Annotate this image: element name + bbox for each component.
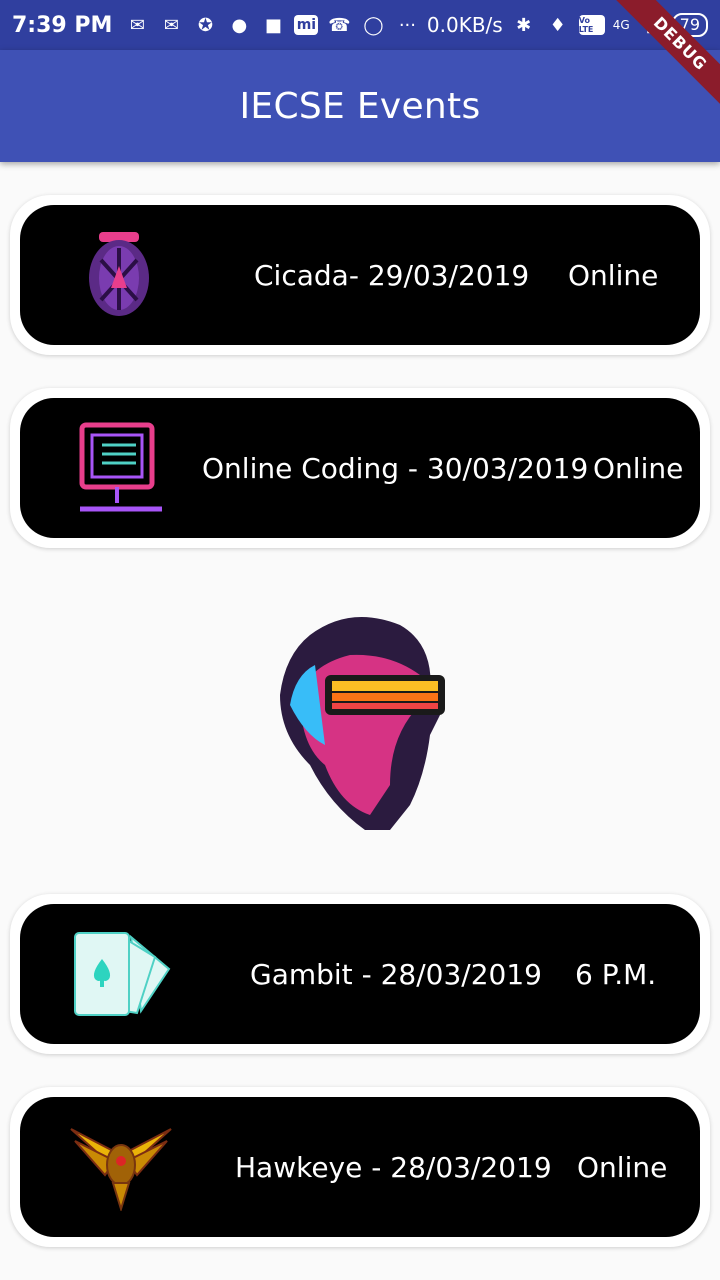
event-card-body[interactable]: Hawkeye - 28/03/2019 Online	[20, 1097, 700, 1237]
network-type: 4G	[612, 18, 630, 32]
bluetooth-icon: ✱	[516, 14, 532, 36]
mute-icon: ♦	[549, 14, 566, 36]
event-title: Gambit - 28/03/2019	[250, 957, 542, 991]
coding-monitor-icon	[66, 414, 176, 522]
event-time: 6 P.M.	[575, 957, 657, 991]
net-speed: 0.0KB/s	[426, 13, 503, 37]
whatsapp-icon: ◯	[363, 14, 384, 36]
hawk-emblem-icon	[66, 1113, 176, 1221]
cicada-icon	[66, 221, 176, 329]
event-time: Online	[593, 451, 684, 485]
event-title: Hawkeye - 28/03/2019	[235, 1150, 552, 1184]
robot-icon: ■	[264, 14, 282, 36]
event-card-cicada[interactable]: Cicada- 29/03/2019 Online	[10, 195, 710, 355]
event-card-body[interactable]: Online Coding - 30/03/2019 Online	[20, 398, 700, 538]
playing-cards-icon	[66, 920, 176, 1028]
message-icon: ✉	[129, 14, 145, 36]
event-title: Cicada- 29/03/2019	[254, 258, 530, 292]
event-title: Online Coding - 30/03/2019	[202, 451, 589, 485]
event-time: Online	[568, 258, 659, 292]
status-bar: 7:39 PM ✉ ✉ ✪ ● ■ mi ☎ ◯ ··· 0.0KB/s ✱ ♦…	[0, 0, 720, 50]
more-icon: ···	[398, 14, 416, 36]
status-time: 7:39 PM	[12, 12, 113, 38]
myntra-icon: ✪	[197, 14, 213, 36]
event-card-hawkeye[interactable]: Hawkeye - 28/03/2019 Online	[10, 1087, 710, 1247]
event-card-online-coding[interactable]: Online Coding - 30/03/2019 Online	[10, 388, 710, 548]
event-card-gambit[interactable]: Gambit - 28/03/2019 6 P.M.	[10, 894, 710, 1054]
page-title: IECSE Events	[239, 85, 481, 127]
event-card-body[interactable]: Cicada- 29/03/2019 Online	[20, 205, 700, 345]
app-bar: IECSE Events	[0, 50, 720, 162]
message-icon: ✉	[163, 14, 179, 36]
mi-icon: mi	[294, 15, 319, 35]
event-time: Online	[577, 1150, 668, 1184]
snapchat-icon: ●	[231, 14, 248, 36]
event-card-body[interactable]: Gambit - 28/03/2019 6 P.M.	[20, 904, 700, 1044]
hero-image	[270, 605, 450, 835]
volte-icon: Vo LTE	[578, 15, 605, 35]
notification-icons: ✉ ✉ ✪ ● ■ mi ☎ ◯ ···	[124, 14, 420, 36]
phone-icon: ☎	[328, 14, 351, 36]
